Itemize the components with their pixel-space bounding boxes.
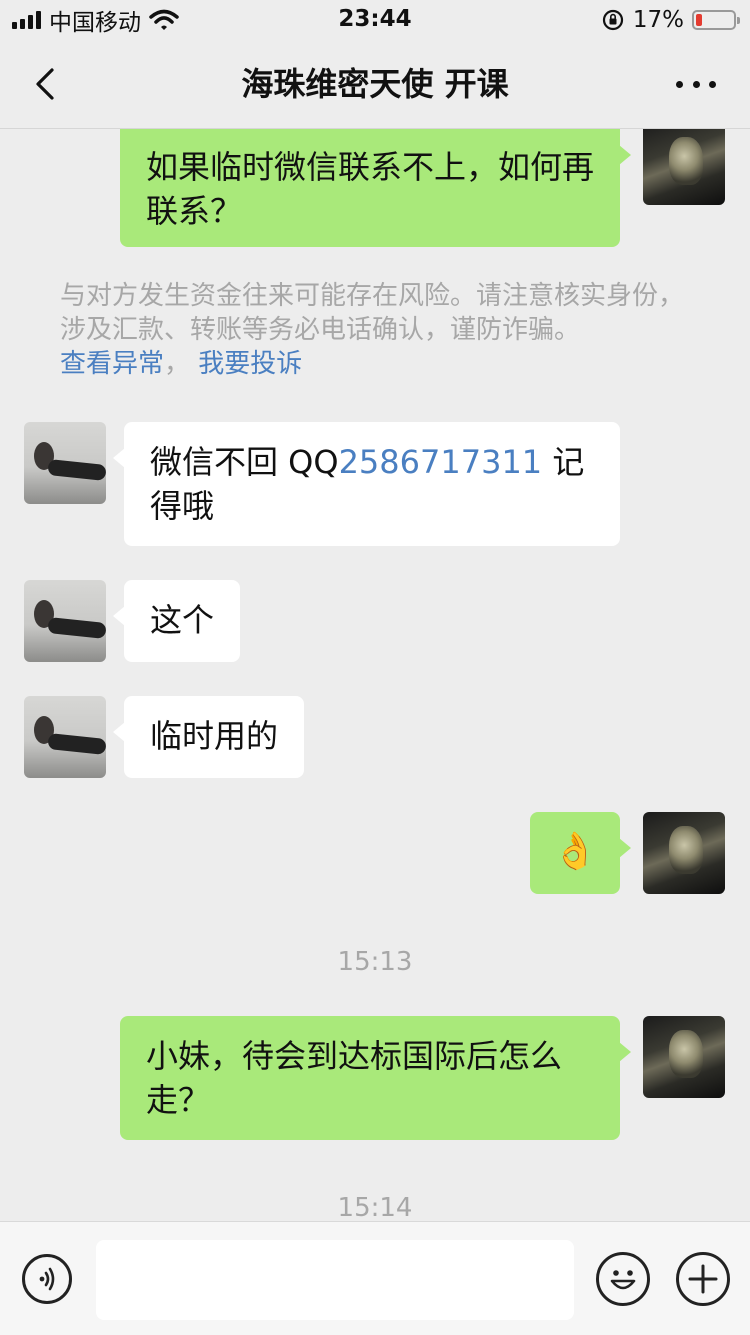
avatar-self[interactable] [643,1016,725,1098]
input-bar [0,1221,750,1335]
warning-separator: ， [164,349,191,379]
message-text: 小妹，待会到达标国际后怎么走？ [146,1037,563,1119]
status-bar: 中国移动 23:44 17% [0,0,750,40]
more-dots-icon[interactable] [676,72,716,96]
avatar-self[interactable] [643,129,725,205]
status-right: 17% [601,6,740,34]
rotation-lock-icon [602,9,623,31]
message-bubble[interactable]: 这个 [112,580,241,662]
timestamp-divider: 15:14 [337,1193,413,1221]
avatar-self[interactable] [643,812,725,894]
message-sent-2: 👌 [0,812,750,894]
view-abnormal-link[interactable]: 查看异常 [60,349,164,379]
message-text: 这个 [150,601,215,639]
message-sent-1: 如果临时微信联系不上，如何再联系？ [0,129,750,249]
avatar-contact[interactable] [24,696,106,778]
risk-warning: 与对方发生资金往来可能存在风险。请注意核实身份，涉及汇款、转账等务必电话确认，谨… [60,279,700,381]
message-text: 如果临时微信联系不上，如何再联系？ [146,148,595,230]
message-bubble[interactable]: 如果临时微信联系不上，如何再联系？ [120,129,631,247]
message-bubble[interactable]: 👌 [530,812,631,894]
message-received-1: 微信不回 QQ2586717311 记得哦 [0,422,750,546]
avatar-contact[interactable] [24,422,106,504]
chevron-left-icon[interactable] [28,62,68,106]
nav-bar: 海珠维密天使 开课 [0,40,750,129]
emoji-icon[interactable] [596,1252,650,1306]
report-link[interactable]: 我要投诉 [198,349,302,379]
qq-number-link[interactable]: 2586717311 [339,443,543,481]
plus-icon[interactable] [676,1252,730,1306]
message-sent-3: 小妹，待会到达标国际后怎么走？ [0,1016,750,1140]
message-received-2: 这个 [0,580,750,662]
battery-icon [692,10,740,30]
message-bubble[interactable]: 微信不回 QQ2586717311 记得哦 [113,422,620,546]
message-text: 临时用的 [150,717,279,755]
battery-percent: 17% [632,7,684,33]
chat-title: 海珠维密天使 开课 [241,65,509,103]
message-received-3: 临时用的 [0,696,750,778]
ok-hand-emoji: 👌 [552,831,598,872]
battery-fill [696,14,702,26]
avatar-contact[interactable] [24,580,106,662]
voice-icon[interactable] [22,1254,72,1304]
message-bubble[interactable]: 小妹，待会到达标国际后怎么走？ [120,1016,631,1140]
message-input[interactable] [96,1240,574,1320]
message-text-prefix: 微信不回 QQ [150,443,339,481]
message-bubble[interactable]: 临时用的 [112,696,305,778]
risk-warning-text: 与对方发生资金往来可能存在风险。请注意核实身份，涉及汇款、转账等务必电话确认，谨… [60,281,685,345]
timestamp-divider: 15:13 [337,947,413,977]
chat-area[interactable]: 如果临时微信联系不上，如何再联系？ 与对方发生资金往来可能存在风险。请注意核实身… [0,129,750,1221]
